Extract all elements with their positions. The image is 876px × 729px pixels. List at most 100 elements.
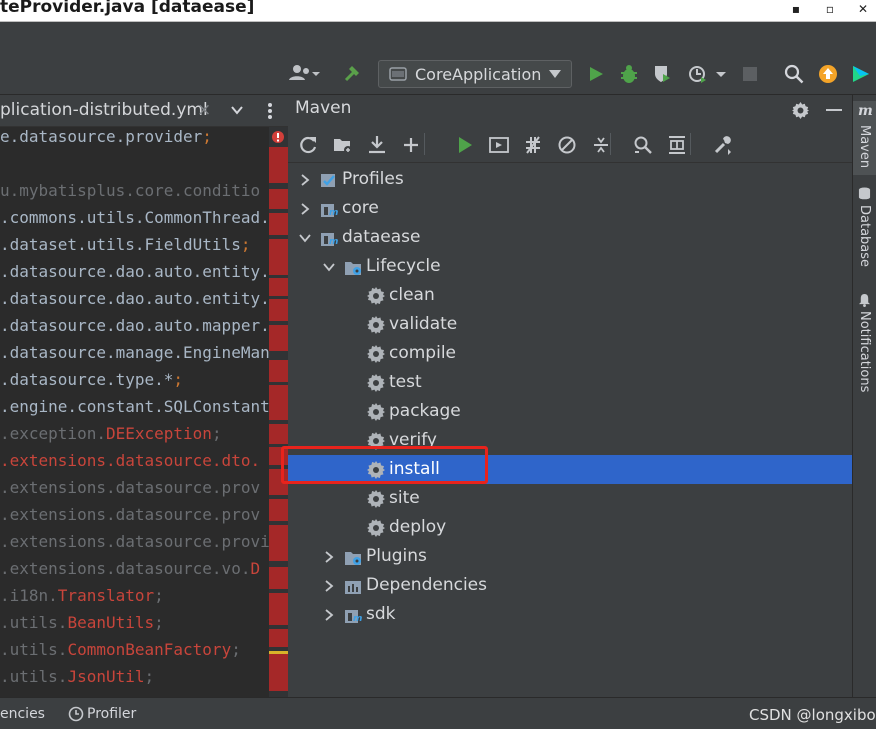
tree-node-profiles[interactable]: Profiles [288, 165, 852, 194]
tree-node-core[interactable]: m core [288, 194, 852, 223]
code-token: ; [202, 127, 212, 146]
skip-tests-icon[interactable] [556, 134, 578, 156]
minimize-button[interactable]: ▪ [786, 1, 806, 17]
error-mark[interactable] [269, 147, 288, 183]
database-tool-button[interactable]: Database [853, 187, 876, 279]
collapse-icon[interactable] [590, 134, 612, 156]
code-line: .extensions.datasource.dto. [0, 451, 260, 478]
stop-icon[interactable] [740, 64, 760, 84]
search-icon[interactable] [783, 63, 805, 85]
error-mark[interactable] [269, 525, 288, 561]
code-token: ; [154, 613, 164, 632]
error-mark[interactable] [269, 360, 288, 382]
tree-node-dependencies[interactable]: Dependencies [288, 571, 852, 600]
code-token: BeanUtils [67, 613, 155, 632]
update-icon[interactable] [817, 63, 839, 85]
lifecycle-folder-icon [344, 258, 362, 276]
run-icon[interactable] [454, 134, 476, 156]
maven-tool-button[interactable]: m Maven [853, 101, 876, 175]
lifecycle-goal-clean[interactable]: clean [288, 281, 852, 310]
tree-node-plugins[interactable]: Plugins [288, 542, 852, 571]
tree-node-dataease[interactable]: m dataease [288, 223, 852, 252]
chevron-right-icon[interactable] [298, 172, 312, 186]
chevron-down-icon [549, 70, 561, 78]
editor-tab[interactable]: plication-distributed.yml × [0, 95, 222, 127]
panel-minimize-icon[interactable] [826, 109, 842, 112]
error-mark[interactable] [269, 651, 288, 691]
coverage-icon[interactable] [651, 63, 673, 85]
close-window-button[interactable]: ✕ [853, 1, 873, 17]
chevron-right-icon[interactable] [298, 201, 312, 215]
toggle-offline-icon[interactable] [522, 134, 544, 156]
error-mark[interactable] [269, 189, 288, 209]
error-mark[interactable] [269, 499, 288, 521]
analyze-icon[interactable] [632, 134, 654, 156]
show-dependencies-icon[interactable] [666, 134, 688, 156]
error-mark[interactable] [269, 424, 288, 444]
error-mark[interactable] [269, 567, 288, 589]
lifecycle-goal-test[interactable]: test [288, 368, 852, 397]
code-token: .datasource.manage.EngineMana [0, 343, 269, 362]
reload-icon[interactable] [298, 134, 320, 156]
dependencies-icon [344, 577, 362, 595]
chevron-down-icon[interactable] [322, 259, 336, 273]
error-stripe-gutter[interactable] [269, 127, 288, 697]
svg-text:m: m [353, 614, 362, 624]
download-icon[interactable] [366, 134, 388, 156]
tree-node-label: compile [389, 343, 457, 363]
panel-settings-gear-icon[interactable] [792, 102, 809, 119]
tab-list-chevron-icon[interactable] [231, 106, 243, 115]
tree-node-sdk[interactable]: m sdk [288, 600, 852, 629]
lifecycle-goal-package[interactable]: package [288, 397, 852, 426]
error-mark[interactable] [269, 593, 288, 625]
run-configuration-selector[interactable]: CoreApplication [378, 60, 572, 88]
code-token: .datasource.dao.auto.entity. [0, 289, 269, 308]
code-token: .extensions.datasource.prov [0, 478, 261, 497]
error-mark[interactable] [269, 299, 288, 321]
csdn-watermark: CSDN @longxibo [749, 706, 876, 724]
chevron-down-icon[interactable] [298, 230, 312, 244]
toolbar-separator [690, 133, 691, 155]
run-config-icon[interactable] [488, 134, 510, 156]
more-options-icon[interactable] [267, 102, 273, 120]
toolbox-icon[interactable] [850, 63, 872, 85]
maximize-button[interactable]: ▫ [820, 1, 840, 17]
error-mark[interactable] [269, 239, 288, 275]
lifecycle-goal-compile[interactable]: compile [288, 339, 852, 368]
notifications-tool-button[interactable]: Notifications [853, 293, 876, 401]
user-icon[interactable] [286, 62, 322, 84]
error-mark[interactable] [269, 278, 288, 296]
tab-close-icon[interactable]: × [197, 100, 211, 120]
gear-icon [367, 374, 385, 392]
tree-node-label: Plugins [366, 546, 427, 566]
code-editor[interactable]: e.datasource.provider; u.mybatisplus.core… [0, 127, 269, 697]
chevron-right-icon[interactable] [322, 578, 336, 592]
error-mark[interactable] [269, 213, 288, 235]
maven-module-icon: m [320, 229, 338, 247]
lifecycle-goal-validate[interactable]: validate [288, 310, 852, 339]
tree-node-label: validate [389, 314, 458, 334]
error-mark[interactable] [269, 629, 288, 647]
chevron-right-icon[interactable] [322, 607, 336, 621]
tree-node-label: clean [389, 285, 435, 305]
error-mark[interactable] [269, 385, 288, 420]
lifecycle-goal-site[interactable]: site [288, 484, 852, 513]
tree-node-lifecycle[interactable]: Lifecycle [288, 252, 852, 281]
profile-icon[interactable] [686, 63, 730, 85]
lifecycle-goal-deploy[interactable]: deploy [288, 513, 852, 542]
dependencies-tab[interactable]: encies [0, 706, 45, 722]
chevron-right-icon[interactable] [322, 549, 336, 563]
profiler-tab[interactable]: Profiler [68, 704, 136, 724]
run-icon[interactable] [586, 64, 606, 84]
right-tool-window-strip: m Maven Database Notifications [852, 95, 876, 697]
debug-icon[interactable] [618, 63, 640, 85]
code-line: u.mybatisplus.core.conditio [0, 181, 260, 208]
error-indicator-icon[interactable] [271, 130, 285, 144]
toolbar-separator [424, 133, 425, 155]
build-hammer-icon[interactable] [342, 62, 364, 84]
plus-icon[interactable] [400, 134, 422, 156]
settings-wrench-icon[interactable] [712, 134, 734, 156]
add-folder-icon[interactable] [332, 134, 354, 156]
error-mark[interactable] [269, 325, 288, 351]
warning-mark[interactable] [269, 651, 288, 654]
